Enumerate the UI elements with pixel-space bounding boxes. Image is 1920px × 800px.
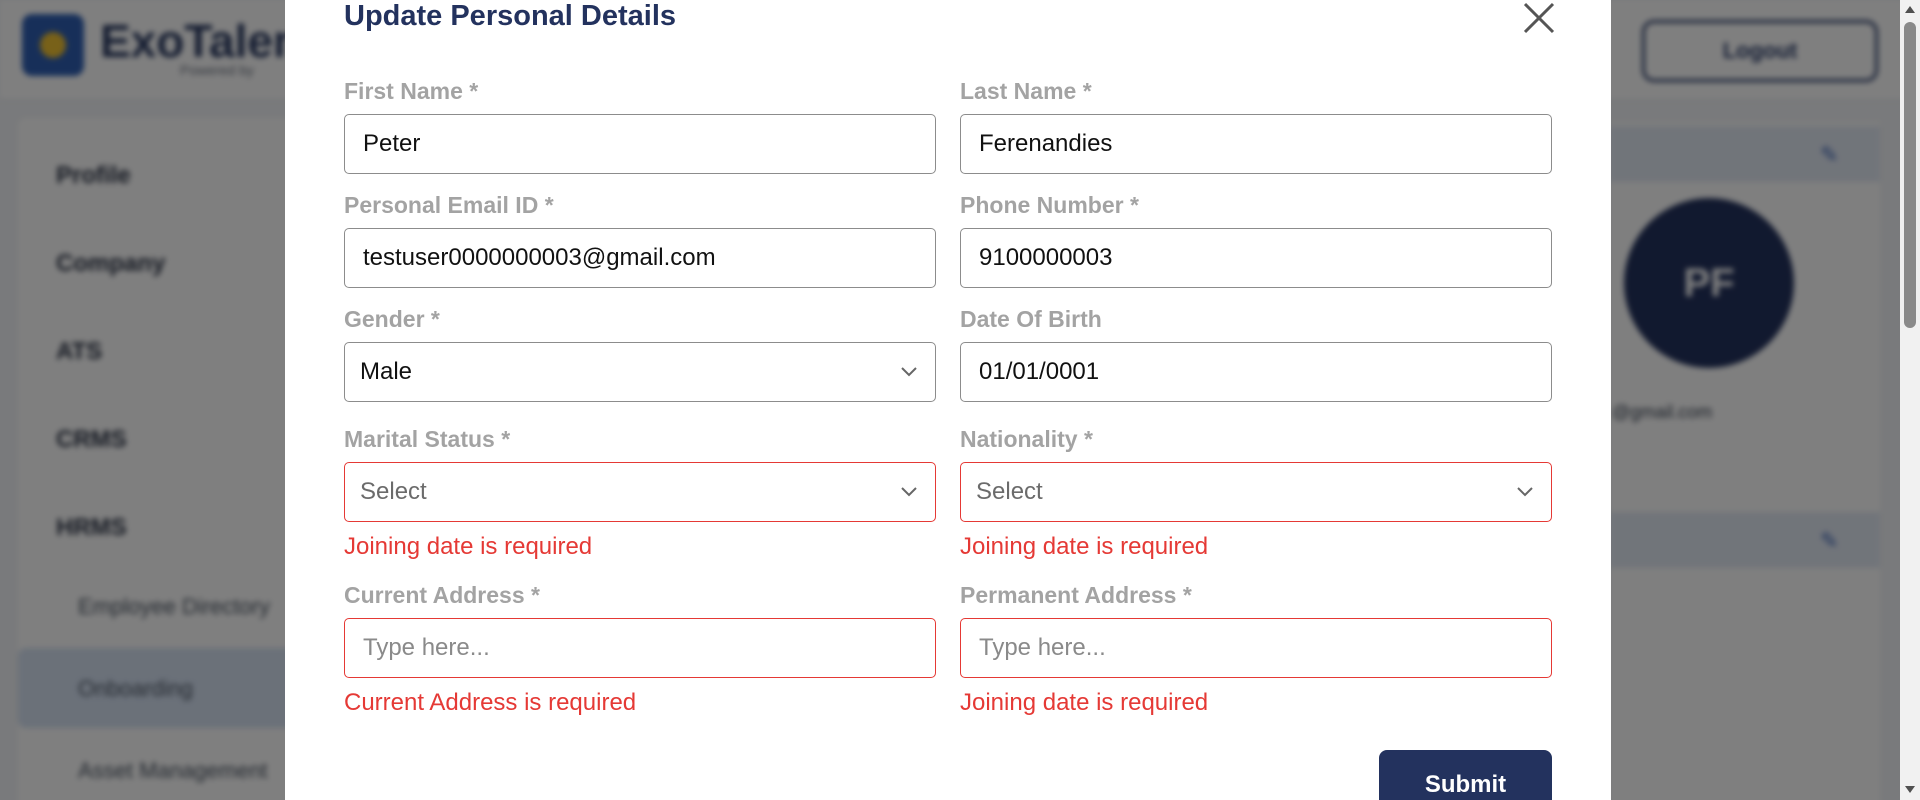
current-address-label: Current Address * <box>344 582 540 608</box>
phone-number-label: Phone Number * <box>960 192 1139 218</box>
gender-label: Gender * <box>344 306 440 332</box>
marital-status-error: Joining date is required <box>344 533 593 560</box>
submit-button[interactable]: Submit <box>1379 750 1552 800</box>
current-address-input[interactable] <box>344 618 936 678</box>
first-name-label: First Name * <box>344 78 479 104</box>
chevron-down-icon <box>901 487 917 497</box>
phone-number-input[interactable] <box>960 228 1552 288</box>
marital-status-label: Marital Status * <box>344 426 511 452</box>
chevron-down-icon <box>901 367 917 377</box>
nationality-label: Nationality * <box>960 426 1093 452</box>
nationality-select-value: Select <box>976 478 1043 505</box>
marital-status-select-value: Select <box>360 478 427 505</box>
first-name-input[interactable] <box>344 114 936 174</box>
scrollbar[interactable] <box>1900 0 1920 800</box>
update-personal-details-modal: Update Personal Details First Name * Las… <box>285 0 1611 800</box>
permanent-address-error: Joining date is required <box>960 689 1209 716</box>
personal-email-label: Personal Email ID * <box>344 192 554 218</box>
last-name-label: Last Name * <box>960 78 1092 104</box>
gender-select-value: Male <box>360 358 413 385</box>
scroll-down-arrow-icon[interactable] <box>1905 786 1915 793</box>
date-of-birth-label: Date Of Birth <box>960 306 1102 332</box>
last-name-input[interactable] <box>960 114 1552 174</box>
permanent-address-input[interactable] <box>960 618 1552 678</box>
chevron-down-icon <box>1517 487 1533 497</box>
personal-email-input[interactable] <box>344 228 936 288</box>
scrollbar-thumb[interactable] <box>1904 22 1916 328</box>
permanent-address-label: Permanent Address * <box>960 582 1192 608</box>
marital-status-select[interactable]: Select <box>344 462 936 522</box>
date-of-birth-input[interactable] <box>960 342 1552 402</box>
nationality-error: Joining date is required <box>960 533 1209 560</box>
scroll-up-arrow-icon[interactable] <box>1905 6 1915 13</box>
gender-select[interactable]: Male <box>344 342 936 402</box>
close-icon[interactable] <box>1521 0 1557 36</box>
modal-title: Update Personal Details <box>344 0 676 32</box>
current-address-error: Current Address is required <box>344 689 637 716</box>
nationality-select[interactable]: Select <box>960 462 1552 522</box>
